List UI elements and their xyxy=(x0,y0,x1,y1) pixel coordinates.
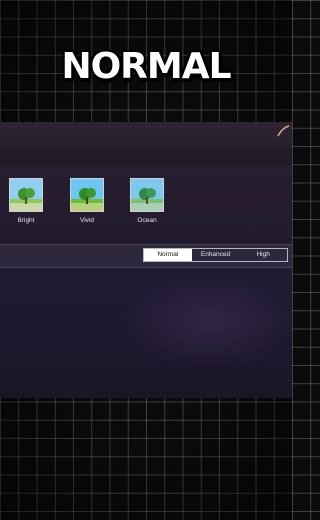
page-title: NORMAL xyxy=(61,46,231,87)
landscape-thumbnail-icon xyxy=(9,178,43,212)
graphics-quality-row: Normal Enhanced High xyxy=(0,244,292,268)
filter-preset-vivid[interactable]: Vivid xyxy=(68,178,106,224)
quality-option-high[interactable]: High xyxy=(239,249,287,261)
filter-label: Ocean xyxy=(137,217,157,224)
settings-panel: Bright Vivid Ocean Normal Enhanced High xyxy=(0,122,300,398)
filter-presets: Bright Vivid Ocean xyxy=(0,178,292,238)
panel-divider-band xyxy=(0,148,292,166)
filter-label: Bright xyxy=(17,217,35,224)
filter-preset-ocean[interactable]: Ocean xyxy=(128,178,166,224)
quality-option-enhanced[interactable]: Enhanced xyxy=(192,249,240,261)
quality-option-normal[interactable]: Normal xyxy=(144,249,192,261)
panel-glow xyxy=(120,272,300,372)
corner-arrow-icon xyxy=(277,125,290,137)
filter-preset-bright[interactable]: Bright xyxy=(7,178,45,224)
landscape-thumbnail-icon xyxy=(130,178,164,212)
landscape-thumbnail-icon xyxy=(70,178,104,212)
graphics-quality-selector: Normal Enhanced High xyxy=(143,248,288,262)
panel-header-bar xyxy=(0,122,292,148)
filter-label: Vivid xyxy=(80,217,94,224)
